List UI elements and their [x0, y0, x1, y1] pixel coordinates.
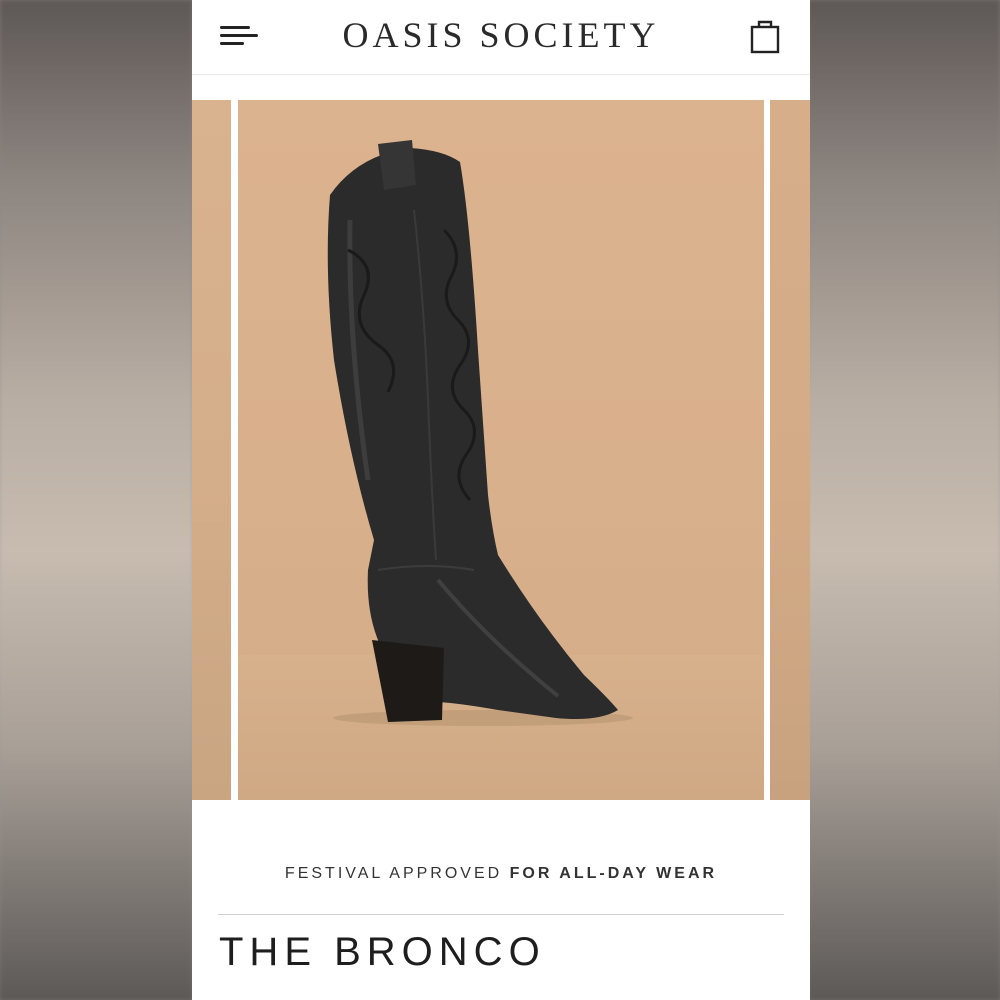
next-slide[interactable]: [770, 100, 810, 800]
product-image-carousel[interactable]: [192, 100, 810, 800]
promo-tagline: FESTIVAL APPROVED FOR ALL-DAY WEAR: [192, 865, 810, 883]
divider: [218, 914, 784, 915]
product-title: THE BRONCO: [219, 930, 546, 974]
background-blur-right: [808, 0, 1000, 1000]
header: OASIS SOCIETY: [192, 0, 810, 75]
product-image[interactable]: [238, 100, 764, 800]
tagline-bold: FOR ALL-DAY WEAR: [509, 865, 718, 882]
brand-logo[interactable]: OASIS SOCIETY: [192, 14, 810, 56]
tagline-regular: FESTIVAL APPROVED: [284, 865, 503, 882]
boot-illustration: [327, 140, 633, 726]
shopping-bag-icon[interactable]: [749, 18, 781, 54]
background-blur-left: [0, 0, 192, 1000]
mobile-screen: OASIS SOCIETY FESTIVAL APPROVED FOR ALL-…: [192, 0, 810, 1000]
previous-slide[interactable]: [192, 100, 231, 800]
